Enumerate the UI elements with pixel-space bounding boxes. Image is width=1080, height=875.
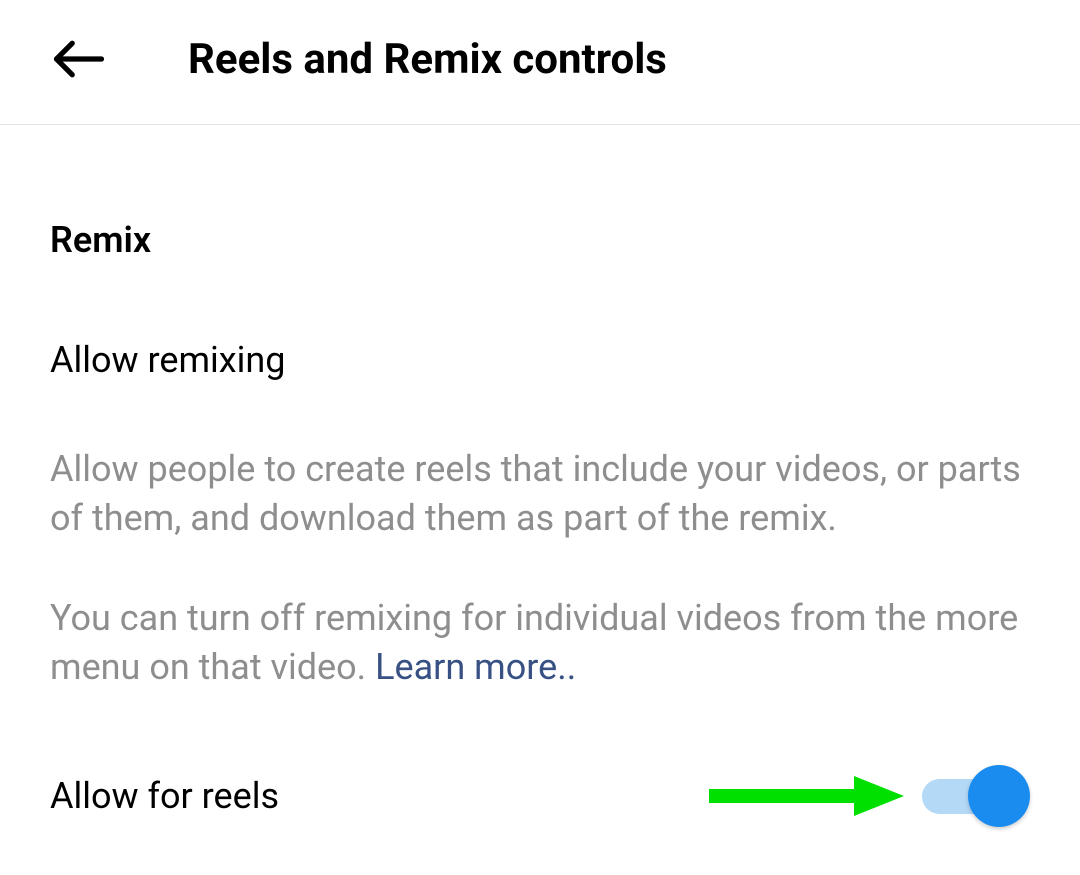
allow-for-reels-toggle[interactable]: [922, 773, 1030, 819]
setting-description-2: You can turn off remixing for individual…: [50, 594, 1030, 691]
annotation-arrow-icon: [704, 771, 904, 821]
toggle-right-group: [704, 771, 1030, 821]
toggle-label-allow-for-reels: Allow for reels: [50, 775, 279, 817]
setting-description-1: Allow people to create reels that includ…: [50, 445, 1030, 542]
learn-more-link[interactable]: Learn more..: [375, 646, 576, 688]
toggle-row-allow-for-reels: Allow for reels: [50, 771, 1030, 821]
page-header: Reels and Remix controls: [0, 0, 1080, 125]
toggle-knob: [968, 765, 1030, 827]
setting-title-allow-remixing: Allow remixing: [50, 339, 1030, 381]
back-arrow-icon[interactable]: [50, 30, 108, 88]
page-title: Reels and Remix controls: [188, 35, 667, 84]
section-heading-remix: Remix: [50, 219, 1030, 261]
content-area: Remix Allow remixing Allow people to cre…: [0, 125, 1080, 821]
